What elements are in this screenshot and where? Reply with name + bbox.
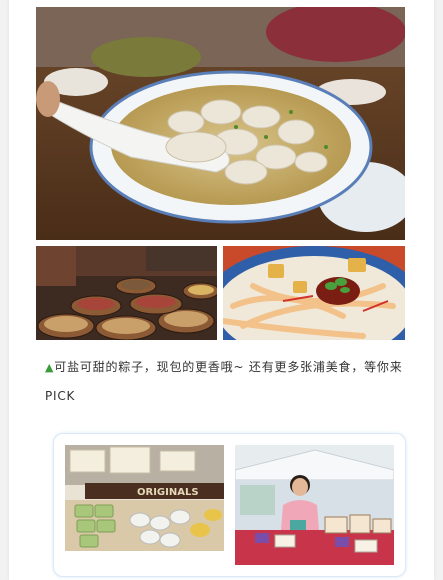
rice-dumpling-display-photo: ORIGINALS <box>65 445 224 551</box>
originals-sign-text: ORIGINALS <box>137 487 199 498</box>
wonton-soup-photo <box>36 7 405 240</box>
article-page: ▲可盐可甜的粽子，现包的更香哦~ 还有更多张浦美食，等你来PICK ORIGIN… <box>9 0 434 580</box>
triangle-marker-icon: ▲ <box>45 361 55 374</box>
caption-text: 可盐可甜的粽子，现包的更香哦~ 还有更多张浦美食，等你来PICK <box>45 360 403 403</box>
spicy-noodles-photo <box>223 246 405 340</box>
article-caption: ▲可盐可甜的粽子，现包的更香哦~ 还有更多张浦美食，等你来PICK <box>45 353 419 410</box>
vendor-stall-photo <box>235 445 394 565</box>
photo-card: ORIGINALS <box>53 433 406 577</box>
market-grain-stall-photo <box>36 246 217 340</box>
